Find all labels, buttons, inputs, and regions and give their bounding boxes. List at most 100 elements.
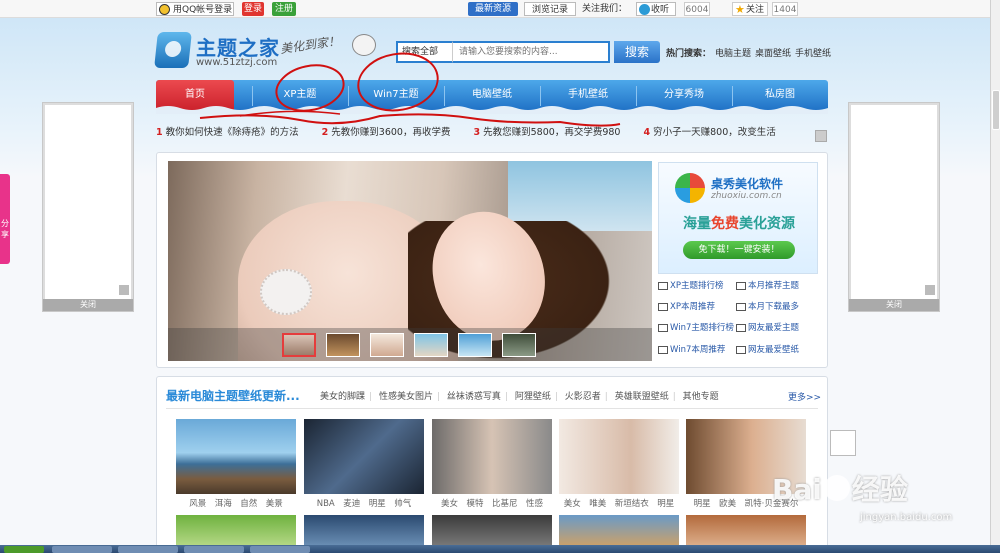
- hot-search-label: 热门搜索：: [666, 49, 712, 59]
- search-button[interactable]: 搜索: [614, 41, 660, 63]
- promo-url: zhuoxiu.com.cn: [711, 191, 782, 201]
- follow-label: 关注我们：: [582, 4, 628, 14]
- ranking-link[interactable]: 网友最爱壁纸: [736, 343, 799, 357]
- ticker-item[interactable]: 教你如何快速《除痔疮》的方法: [166, 127, 299, 138]
- ad-content[interactable]: [45, 105, 131, 299]
- wallpaper-card[interactable]: [432, 419, 552, 494]
- qq-login-button[interactable]: 用QQ帐号登录: [156, 2, 234, 16]
- star-follow-button[interactable]: ★ 关注: [732, 2, 768, 16]
- promo-slogan-highlight: 免费: [711, 216, 739, 232]
- promo-logo-icon: [675, 173, 705, 203]
- listen-label: 收听: [651, 5, 670, 15]
- logo-icon: [154, 32, 192, 68]
- weibo-icon: [639, 4, 650, 15]
- ranking-link[interactable]: 本月推荐主题: [736, 279, 799, 293]
- category-link[interactable]: 性感美女图片: [379, 392, 433, 402]
- hot-search-link[interactable]: 桌面壁纸: [755, 49, 791, 59]
- ticker-number: 3: [473, 127, 481, 138]
- wallpaper-card[interactable]: [304, 419, 424, 494]
- category-link[interactable]: 阿狸壁纸: [515, 392, 551, 402]
- ad-close-button[interactable]: 关闭: [849, 299, 939, 311]
- ranking-link[interactable]: XP主题排行榜: [658, 279, 723, 293]
- vertical-scrollbar[interactable]: [990, 0, 1000, 545]
- promo-install-button[interactable]: 免下载！一键安装！: [683, 241, 795, 259]
- wallpaper-caption: NBA 麦迪 明星 帅气: [316, 499, 412, 509]
- category-link[interactable]: 丝袜诱惑写真: [447, 392, 501, 402]
- ranking-link[interactable]: Win7本周推荐: [658, 343, 725, 357]
- promo-banner[interactable]: 桌秀美化软件 zhuoxiu.com.cn 海量免费美化资源 免下载！一键安装！: [658, 162, 818, 274]
- site-logo[interactable]: 主题之家 www.51ztzj.com 美化到家！: [154, 30, 376, 74]
- wallpaper-caption: 美女 模特 比基尼 性感: [440, 499, 543, 509]
- ad-corner-icon: [119, 285, 129, 295]
- more-link[interactable]: 更多>>: [788, 390, 821, 403]
- register-button[interactable]: 注册: [272, 2, 296, 16]
- search-category-select[interactable]: 搜索全部: [396, 41, 452, 63]
- section-header: 最新电脑主题壁纸更新...: [166, 386, 300, 406]
- top-toolbar: 用QQ帐号登录 登录 注册 最新资源 浏览记录 关注我们： 收听 6004 ★ …: [0, 0, 990, 18]
- section-divider: [166, 408, 818, 409]
- hot-search-link[interactable]: 手机壁纸: [795, 49, 831, 59]
- slideshow-thumb[interactable]: [282, 333, 316, 357]
- ticker-item[interactable]: 先教你赚到3600，再收学费: [331, 127, 450, 138]
- logo-url: www.51ztzj.com: [196, 57, 278, 68]
- ticker-corner-icon[interactable]: [815, 130, 827, 142]
- edit-icon[interactable]: [830, 430, 856, 456]
- login-button[interactable]: 登录: [242, 2, 264, 16]
- promo-slogan: 海量免费美化资源: [659, 213, 819, 233]
- qq-icon: [159, 4, 170, 15]
- search-input[interactable]: [452, 41, 610, 63]
- history-dropdown[interactable]: 浏览记录: [524, 2, 576, 16]
- latest-resources-button[interactable]: 最新资源: [468, 2, 518, 16]
- star-icon: ★: [735, 3, 745, 16]
- ticker-number: 2: [321, 127, 329, 138]
- slideshow-thumb[interactable]: [502, 333, 536, 357]
- wallpaper-caption: 美女 唯美 新垣结衣 明星: [563, 499, 675, 509]
- taskbar-window[interactable]: [118, 546, 178, 553]
- ad-corner-icon: [925, 285, 935, 295]
- ticker-item[interactable]: 穷小子一天赚800，改变生活: [653, 127, 776, 138]
- ranking-link[interactable]: 本月下载最多: [736, 300, 799, 314]
- section-category-links: 美女的脚踝 | 性感美女图片 | 丝袜诱惑写真 | 阿狸壁纸 | 火影忍者 | 英雄联盟壁…: [320, 392, 719, 402]
- hero-figure-detail: [260, 269, 312, 315]
- star-count: 1404: [772, 2, 798, 16]
- wallpaper-caption: 风景 洱海 自然 美景: [189, 499, 283, 509]
- taskbar-window[interactable]: [52, 546, 112, 553]
- scrollbar-thumb[interactable]: [992, 90, 1000, 130]
- category-link[interactable]: 英雄联盟壁纸: [615, 392, 669, 402]
- slideshow-thumb[interactable]: [370, 333, 404, 357]
- paw-icon: [823, 475, 850, 501]
- hot-search: 热门搜索： 电脑主题 桌面壁纸 手机壁纸: [666, 46, 831, 59]
- ranking-link[interactable]: Win7主题排行榜: [658, 321, 734, 335]
- slideshow-thumb[interactable]: [326, 333, 360, 357]
- promo-slogan-part: 海量: [683, 216, 711, 232]
- taskbar-window[interactable]: [184, 546, 244, 553]
- taskbar-window[interactable]: [250, 546, 310, 553]
- category-link[interactable]: 美女的脚踝: [320, 392, 365, 402]
- start-button[interactable]: [4, 546, 44, 553]
- wallpaper-card[interactable]: [559, 419, 679, 494]
- right-side-ad: 关闭: [848, 102, 940, 312]
- slideshow-thumb[interactable]: [458, 333, 492, 357]
- share-side-tab[interactable]: 分享: [0, 174, 10, 264]
- left-side-ad: 关闭: [42, 102, 134, 312]
- palette-icon: [352, 34, 376, 56]
- nav-wave-decoration: [156, 106, 828, 114]
- watermark-brand-cn: 经验: [851, 473, 908, 506]
- category-link[interactable]: 火影忍者: [565, 392, 601, 402]
- ad-content[interactable]: [851, 105, 937, 299]
- ticker-item[interactable]: 先教您赚到5800，再交学费980: [483, 127, 620, 138]
- section-title: 最新电脑主题壁纸更新...: [166, 389, 300, 403]
- watermark-brand: Bai: [772, 473, 822, 506]
- wallpaper-card[interactable]: [176, 419, 296, 494]
- ad-close-button[interactable]: 关闭: [43, 299, 133, 311]
- slideshow-thumb-strip: [168, 328, 652, 361]
- qq-login-label: 用QQ帐号登录: [173, 5, 233, 15]
- ranking-link[interactable]: 网友最爱主题: [736, 321, 799, 335]
- slideshow-thumb[interactable]: [414, 333, 448, 357]
- os-taskbar: [0, 545, 1000, 553]
- hot-search-link[interactable]: 电脑主题: [715, 49, 751, 59]
- listen-button[interactable]: 收听: [636, 2, 676, 16]
- listen-count: 6004: [684, 2, 710, 16]
- ranking-link[interactable]: XP本周推荐: [658, 300, 715, 314]
- category-link[interactable]: 其他专题: [683, 392, 719, 402]
